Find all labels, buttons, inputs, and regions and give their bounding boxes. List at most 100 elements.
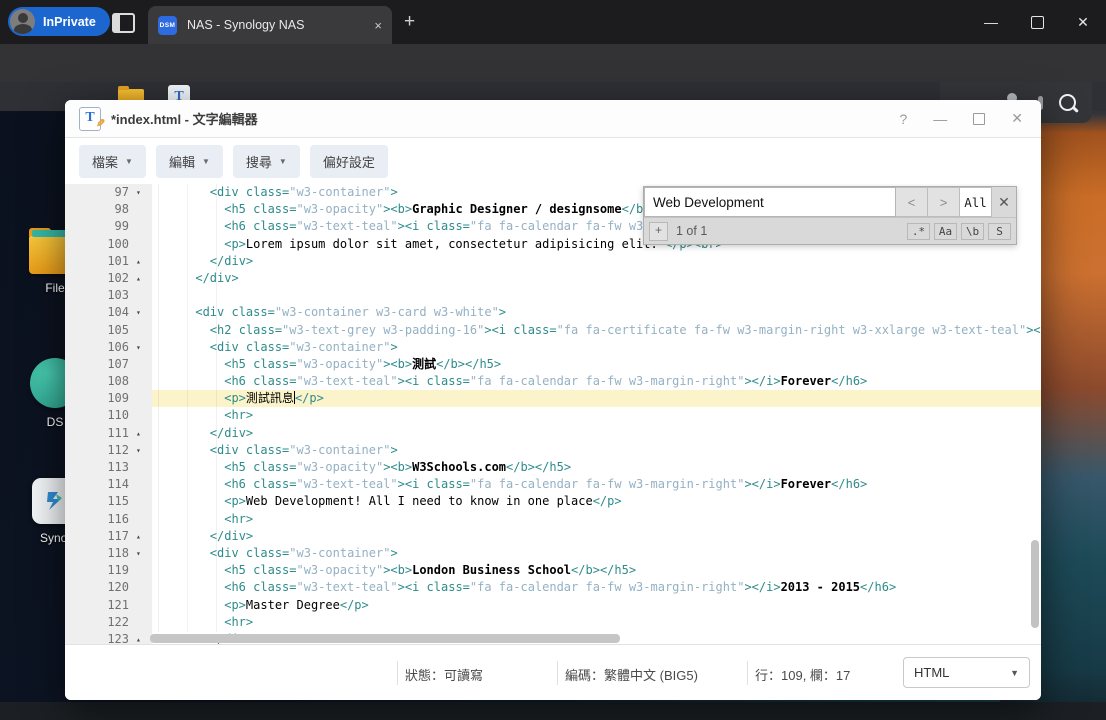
vertical-scrollbar[interactable] bbox=[1031, 540, 1039, 628]
fold-toggle-icon[interactable]: ▾ bbox=[134, 304, 152, 322]
editor-close-button[interactable]: ✕ bbox=[1011, 110, 1023, 127]
fold-toggle-icon[interactable]: ▴ bbox=[134, 269, 152, 288]
menu-button-3[interactable]: 偏好設定 bbox=[309, 145, 388, 178]
code-editor-area[interactable]: 97 ▾ <div class="w3-container"> 98 <h5 class… bbox=[65, 184, 1041, 645]
menu-button-2[interactable]: 搜尋 ▼ bbox=[232, 145, 300, 178]
menu-button-1[interactable]: 編輯 ▼ bbox=[155, 145, 223, 178]
status-separator bbox=[397, 661, 398, 685]
search-add-button[interactable]: + bbox=[649, 221, 668, 241]
fold-toggle-icon[interactable]: ▾ bbox=[134, 338, 152, 356]
maximize-icon bbox=[1030, 15, 1044, 29]
fold-gutter bbox=[134, 476, 152, 494]
line-number: 102 bbox=[65, 269, 134, 288]
status-separator bbox=[747, 661, 748, 685]
code-line: 113 <h5 class="w3-opacity"><b>W3Schools.c… bbox=[65, 459, 1041, 477]
search-close-icon[interactable]: ✕ bbox=[992, 187, 1016, 217]
fold-toggle-icon[interactable]: ▾ bbox=[134, 441, 152, 459]
code-line: 121 <p>Master Degree</p> bbox=[65, 596, 1041, 614]
search-next-button[interactable]: > bbox=[928, 187, 960, 217]
editor-menu-bar: 檔案 ▼ 編輯 ▼ 搜尋 ▼ 偏好設定 bbox=[65, 139, 1041, 184]
code-text: </div> bbox=[152, 528, 1041, 545]
fold-toggle-icon[interactable]: ▴ bbox=[134, 527, 152, 545]
fold-gutter bbox=[134, 390, 152, 408]
search-all-button[interactable]: All bbox=[960, 187, 992, 217]
search-option-case[interactable]: Aa bbox=[934, 222, 957, 240]
code-text: <div class="w3-container"> bbox=[152, 442, 1041, 459]
code-token: "w3-opacity" bbox=[296, 460, 384, 474]
code-token: "fa fa-certificate fa-fw w3-margin-right… bbox=[556, 322, 1027, 337]
code-line: 104 ▾ <div class="w3-container w3-card w3-… bbox=[65, 304, 1041, 322]
fold-gutter bbox=[134, 235, 152, 253]
code-token: "w3-opacity" bbox=[296, 563, 384, 578]
code-line: 102 ▴ </div> bbox=[65, 269, 1041, 288]
editor-maximize-button[interactable] bbox=[973, 112, 986, 125]
chevron-down-icon: ▼ bbox=[1010, 667, 1019, 678]
editor-minimize-button[interactable]: — bbox=[933, 111, 947, 127]
window-maximize-button[interactable] bbox=[1014, 0, 1060, 44]
fold-gutter bbox=[134, 579, 152, 597]
code-token: <h6 class= bbox=[224, 580, 297, 595]
search-prev-button[interactable]: < bbox=[896, 187, 928, 217]
menu-button-0[interactable]: 檔案 ▼ bbox=[79, 145, 146, 178]
fold-toggle-icon[interactable]: ▴ bbox=[134, 424, 152, 442]
chevron-down-icon: ▼ bbox=[278, 157, 287, 166]
line-number: 114 bbox=[65, 476, 134, 494]
language-select[interactable]: HTML ▼ bbox=[903, 657, 1030, 688]
code-token: "w3-container w3-card w3-white" bbox=[274, 305, 499, 320]
tab-close-icon[interactable]: × bbox=[374, 18, 382, 33]
line-number: 108 bbox=[65, 373, 134, 391]
code-token: Graphic Designer / designsome bbox=[412, 202, 622, 217]
code-text: <h6 class="w3-text-teal"><i class="fa fa… bbox=[152, 476, 1041, 493]
code-token: </h6> bbox=[831, 374, 868, 389]
inprivate-badge[interactable]: InPrivate bbox=[8, 7, 110, 36]
vertical-tabs-icon[interactable] bbox=[112, 13, 135, 33]
horizontal-scrollbar[interactable] bbox=[150, 634, 620, 643]
window-minimize-button[interactable]: — bbox=[968, 0, 1014, 44]
code-token: "w3-text-teal" bbox=[296, 219, 398, 234]
code-token: ><b> bbox=[383, 202, 413, 217]
code-line: 108 <h6 class="w3-text-teal"><i class="fa… bbox=[65, 373, 1041, 391]
code-token: "w3-container" bbox=[289, 545, 391, 560]
code-line: 122 <hr> bbox=[65, 613, 1041, 631]
code-line: 111 ▴ </div> bbox=[65, 424, 1041, 442]
fold-toggle-icon[interactable]: ▾ bbox=[134, 544, 152, 563]
search-option-selection[interactable]: S bbox=[988, 222, 1011, 240]
screen: InPrivate DSM NAS - Synology NAS × + — ✕… bbox=[0, 0, 1106, 720]
code-text: <div class="w3-container"> bbox=[152, 545, 1041, 562]
code-token: ><i class= bbox=[397, 374, 470, 389]
status-cursor-position: 行：109, 欄：17 bbox=[755, 668, 851, 683]
search-option-regex[interactable]: .* bbox=[907, 222, 930, 240]
browser-tab[interactable]: DSM NAS - Synology NAS × bbox=[148, 6, 392, 44]
code-token: "fa fa-calendar fa-fw w3-margin-right" bbox=[469, 477, 745, 492]
code-token: 2013 - 2015 bbox=[780, 580, 861, 595]
editor-title-bar[interactable]: T *index.html - 文字編輯器 ? — ✕ bbox=[65, 100, 1041, 138]
text-editor-window: T *index.html - 文字編輯器 ? — ✕ 檔案 ▼ 編輯 ▼ 搜尋 ▼ 偏好設… bbox=[65, 100, 1041, 700]
line-number: 98 bbox=[65, 201, 134, 219]
line-number: 104 bbox=[65, 304, 134, 322]
code-token: > bbox=[390, 339, 398, 354]
code-line: 115 <p>Web Development! All I need to kno… bbox=[65, 493, 1041, 511]
code-line: 112 ▾ <div class="w3-container"> bbox=[65, 441, 1041, 459]
code-token: </div> bbox=[209, 253, 254, 268]
code-token: Forever bbox=[780, 477, 832, 492]
line-number: 103 bbox=[65, 287, 134, 305]
code-token: W3Schools.com bbox=[412, 460, 507, 474]
code-line: 116 <hr> bbox=[65, 510, 1041, 528]
menu-label: 編輯 bbox=[168, 155, 195, 170]
window-close-button[interactable]: ✕ bbox=[1060, 0, 1106, 44]
search-icon[interactable] bbox=[1059, 94, 1076, 111]
fold-toggle-icon[interactable]: ▾ bbox=[134, 184, 152, 202]
search-input[interactable] bbox=[644, 187, 896, 217]
editor-help-button[interactable]: ? bbox=[899, 111, 907, 127]
code-line: 109 <p>測試訊息</p> bbox=[65, 390, 1041, 408]
line-number: 119 bbox=[65, 562, 134, 580]
code-token: ></i> bbox=[1026, 322, 1041, 337]
search-option-word[interactable]: \b bbox=[961, 222, 984, 240]
line-number: 120 bbox=[65, 579, 134, 597]
fold-toggle-icon[interactable]: ▴ bbox=[134, 252, 152, 270]
code-token: <h5 class= bbox=[224, 563, 297, 578]
new-tab-button[interactable]: + bbox=[404, 11, 415, 33]
code-token: "w3-container" bbox=[289, 442, 391, 457]
code-text: <hr> bbox=[152, 614, 1041, 631]
